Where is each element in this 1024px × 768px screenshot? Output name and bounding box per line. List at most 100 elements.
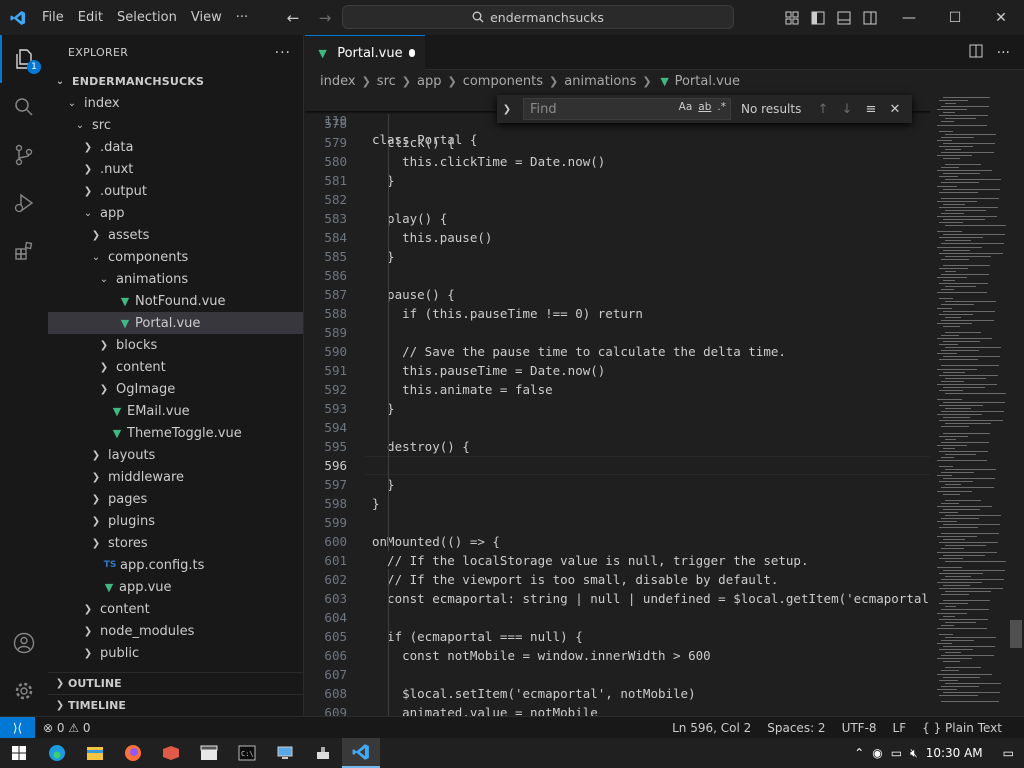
minimize-icon[interactable]: — xyxy=(886,0,932,35)
tree-folder[interactable]: ❯ plugins xyxy=(48,510,303,532)
close-window-icon[interactable]: ✕ xyxy=(978,0,1024,35)
code-line[interactable]: 600 onMounted(() => { xyxy=(305,532,930,551)
use-regex-icon[interactable]: .* xyxy=(717,101,726,113)
tree-folder[interactable]: ❯ .data xyxy=(48,136,303,158)
code-line[interactable]: 602 // If the viewport is too small, dis… xyxy=(305,570,930,589)
menu-file[interactable]: File xyxy=(35,0,71,35)
tab-portal-vue[interactable]: ▼ Portal.vue xyxy=(305,35,425,70)
clock[interactable]: 10:30 AM xyxy=(926,746,983,760)
notifications-icon[interactable]: ▭ xyxy=(1003,746,1014,760)
code-line[interactable]: 586 xyxy=(305,266,930,285)
terminal-icon[interactable]: C:\ xyxy=(228,738,266,768)
scrollbar-thumb[interactable] xyxy=(1010,620,1022,648)
code-line[interactable]: 608 $local.setItem('ecmaportal', notMobi… xyxy=(305,684,930,703)
tree-folder[interactable]: ❯ .output xyxy=(48,180,303,202)
toggle-secondary-sidebar-icon[interactable] xyxy=(862,10,878,26)
search-view-icon[interactable] xyxy=(0,83,48,131)
menu-more[interactable]: ··· xyxy=(229,0,255,35)
code-line[interactable]: 606 const notMobile = window.innerWidth … xyxy=(305,646,930,665)
settings-gear-icon[interactable] xyxy=(0,667,48,715)
code-line[interactable]: 594 xyxy=(305,418,930,437)
close-icon[interactable]: ✕ xyxy=(883,102,907,117)
toggle-primary-sidebar-icon[interactable] xyxy=(810,10,826,26)
code-line[interactable]: 587 pause() { xyxy=(305,285,930,304)
breadcrumb-src[interactable]: src xyxy=(377,74,396,89)
language-mode[interactable]: { } Plain Text xyxy=(914,721,1024,735)
tree-folder[interactable]: ⌄ app xyxy=(48,202,303,224)
breadcrumb-file[interactable]: Portal.vue xyxy=(675,74,740,89)
vscode-taskbar-icon[interactable] xyxy=(342,738,380,768)
chevron-up-icon[interactable]: ⌃ xyxy=(854,746,864,760)
edge-browser-icon[interactable] xyxy=(38,738,76,768)
indentation-status[interactable]: Spaces: 2 xyxy=(759,721,833,735)
tree-file[interactable]: ▼ ThemeToggle.vue xyxy=(48,422,303,444)
tree-file[interactable]: ▼ EMail.vue xyxy=(48,400,303,422)
code-line[interactable]: 597 } xyxy=(305,475,930,494)
unsaved-dot-icon[interactable] xyxy=(408,49,415,57)
code-line[interactable]: 598} xyxy=(305,494,930,513)
accounts-icon[interactable] xyxy=(0,619,48,667)
breadcrumb-index[interactable]: index xyxy=(320,74,356,89)
find-in-selection-icon[interactable]: ≡ xyxy=(859,102,883,117)
command-center-search[interactable]: endermanchsucks xyxy=(342,5,734,29)
eol-status[interactable]: LF xyxy=(885,721,915,735)
more-actions-icon[interactable]: ··· xyxy=(275,45,291,61)
tree-file[interactable]: ▼ NotFound.vue xyxy=(48,290,303,312)
code-line[interactable]: 583 play() { xyxy=(305,209,930,228)
code-line[interactable]: 593 } xyxy=(305,399,930,418)
remote-icon[interactable]: ⟩⟨ xyxy=(0,716,35,739)
tree-folder[interactable]: ❯ node_modules xyxy=(48,620,303,642)
code-line[interactable]: 609 animated.value = notMobile xyxy=(305,703,930,716)
extensions-icon[interactable] xyxy=(0,227,48,275)
code-line[interactable]: 605 if (ecmaportal === null) { xyxy=(305,627,930,646)
tree-folder[interactable]: ⌄ src xyxy=(48,114,303,136)
code-editor[interactable]: 578 579 click() {580 this.clickTime = Dat… xyxy=(305,92,1024,716)
match-case-icon[interactable]: Aa xyxy=(679,101,693,113)
toggle-panel-icon[interactable] xyxy=(836,10,852,26)
file-explorer-icon[interactable] xyxy=(76,738,114,768)
code-line[interactable]: 591 this.pauseTime = Date.now() xyxy=(305,361,930,380)
windows-start-icon[interactable] xyxy=(0,738,38,768)
match-whole-word-icon[interactable]: ab xyxy=(698,101,711,113)
menu-view[interactable]: View xyxy=(184,0,229,35)
tree-folder[interactable]: ❯ assets xyxy=(48,224,303,246)
code-line[interactable]: 599 xyxy=(305,513,930,532)
code-line[interactable]: 589 xyxy=(305,323,930,342)
tree-folder[interactable]: ❯ layouts xyxy=(48,444,303,466)
next-match-icon[interactable]: ↓ xyxy=(835,102,859,117)
tree-file[interactable]: TS app.config.ts xyxy=(48,554,303,576)
code-line[interactable]: 601 // If the localStorage value is null… xyxy=(305,551,930,570)
explorer-icon[interactable]: 1 xyxy=(0,35,48,83)
tree-folder[interactable]: ⌄ animations xyxy=(48,268,303,290)
tree-folder[interactable]: ❯ public xyxy=(48,642,303,664)
code-line[interactable]: 588 if (this.pauseTime !== 0) return xyxy=(305,304,930,323)
network-device-icon[interactable] xyxy=(304,738,342,768)
tree-folder[interactable]: ⌄ components xyxy=(48,246,303,268)
tree-folder[interactable]: ⌄ ENDERMANCHSUCKS xyxy=(48,70,303,92)
volume-muted-icon[interactable]: 🔇︎ xyxy=(910,746,918,761)
code-line[interactable]: 603 const ecmaportal: string | null | un… xyxy=(305,589,930,608)
clapperboard-icon[interactable] xyxy=(190,738,228,768)
run-debug-icon[interactable] xyxy=(0,179,48,227)
breadcrumb-components[interactable]: components xyxy=(463,74,543,89)
tree-file[interactable]: ▼ Portal.vue xyxy=(48,312,303,334)
timeline-section[interactable]: ❯ TIMELINE xyxy=(48,694,304,716)
tree-folder[interactable]: ❯ pages xyxy=(48,488,303,510)
tree-folder[interactable]: ❯ stores xyxy=(48,532,303,554)
code-line[interactable]: 585 } xyxy=(305,247,930,266)
app-icon-red[interactable] xyxy=(152,738,190,768)
split-editor-icon[interactable] xyxy=(969,44,983,62)
webcam-icon[interactable]: ◉ xyxy=(872,746,882,760)
menu-selection[interactable]: Selection xyxy=(110,0,184,35)
back-arrow-icon[interactable]: ← xyxy=(283,9,303,27)
customize-layout-icon[interactable] xyxy=(784,10,800,26)
code-line[interactable]: 590 // Save the pause time to calculate … xyxy=(305,342,930,361)
network-icon[interactable]: ▭ xyxy=(891,746,902,760)
tree-folder[interactable]: ❯ content xyxy=(48,598,303,620)
tree-folder[interactable]: ⌄ index xyxy=(48,92,303,114)
tree-folder[interactable]: ❯ blocks xyxy=(48,334,303,356)
code-line[interactable]: 584 this.pause() xyxy=(305,228,930,247)
find-input[interactable]: Find Aa ab .* xyxy=(523,98,731,120)
code-line[interactable]: 604 xyxy=(305,608,930,627)
code-line[interactable]: 595 destroy() { xyxy=(305,437,930,456)
